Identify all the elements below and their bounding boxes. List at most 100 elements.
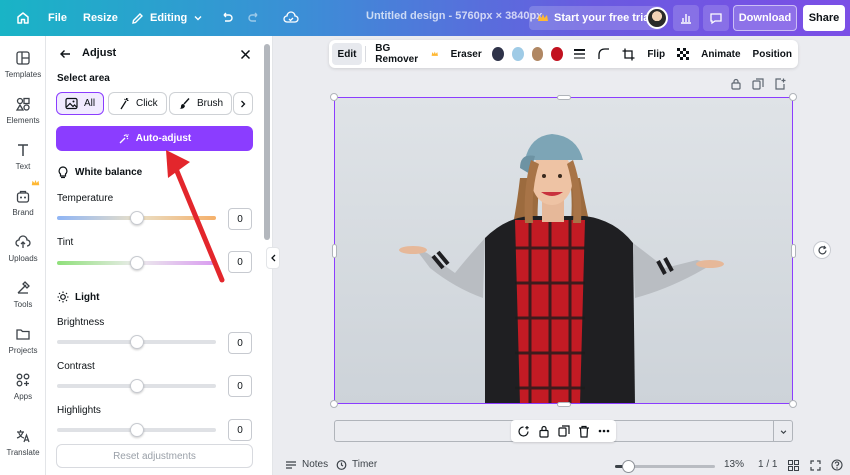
resize-handle-top-left[interactable] — [330, 93, 338, 101]
zoom-slider-thumb[interactable] — [622, 460, 635, 473]
resize-handle-left[interactable] — [332, 244, 337, 258]
zoom-slider[interactable] — [615, 460, 715, 473]
chips-scroll-right-button[interactable] — [233, 92, 253, 115]
zoom-level[interactable]: 13% — [724, 459, 744, 470]
add-page-icon[interactable] — [774, 78, 786, 90]
duplicate-icon[interactable] — [558, 425, 570, 437]
select-area-label: Select area — [57, 73, 110, 84]
lock-icon[interactable] — [538, 425, 550, 438]
rail-item-templates[interactable]: Templates — [0, 50, 46, 79]
rail-item-uploads[interactable]: Uploads — [0, 234, 46, 263]
resize-handle-top-right[interactable] — [789, 93, 797, 101]
more-icon[interactable] — [598, 429, 610, 433]
chip-all-label: All — [84, 98, 96, 109]
reset-adjustments-button[interactable]: Reset adjustments — [56, 444, 253, 468]
temperature-value[interactable]: 0 — [228, 208, 252, 230]
panel-scrollbar[interactable] — [264, 44, 270, 240]
design-title[interactable]: Untitled design - 5760px × 3840px — [366, 10, 542, 22]
rail-item-brand[interactable]: Brand — [0, 188, 46, 217]
help-icon[interactable] — [831, 459, 843, 471]
rail-item-projects[interactable]: Projects — [0, 326, 46, 355]
insights-button[interactable] — [673, 5, 699, 31]
light-header: Light — [57, 291, 99, 303]
bg-remover-button[interactable]: BG Remover — [369, 43, 444, 65]
resize-handle-right[interactable] — [791, 244, 796, 258]
user-avatar[interactable] — [646, 7, 668, 29]
close-icon — [240, 49, 250, 59]
brightness-slider-thumb[interactable] — [130, 335, 144, 349]
color-swatch-2[interactable] — [511, 47, 524, 61]
temperature-slider-thumb[interactable] — [130, 211, 144, 225]
resize-handle-bottom-right[interactable] — [789, 400, 797, 408]
rotate-button[interactable] — [813, 241, 831, 259]
crop-button[interactable] — [616, 43, 641, 65]
tint-value[interactable]: 0 — [228, 251, 252, 273]
design-canvas[interactable] — [334, 97, 793, 404]
chevron-down-icon[interactable] — [779, 428, 788, 436]
cloud-save-icon[interactable] — [278, 5, 304, 31]
home-icon[interactable] — [10, 5, 36, 31]
color-swatch-3[interactable] — [531, 47, 544, 61]
context-toolbar: Edit BG Remover Eraser Flip Animate Posi… — [329, 40, 798, 68]
brightness-value[interactable]: 0 — [228, 332, 252, 354]
page-count[interactable]: 1 / 1 — [758, 459, 777, 470]
comments-button[interactable] — [703, 5, 729, 31]
animate-button[interactable]: Animate — [695, 43, 746, 65]
corner-rounding-button[interactable] — [592, 43, 616, 65]
contrast-value[interactable]: 0 — [228, 375, 252, 397]
eraser-button[interactable]: Eraser — [445, 43, 488, 65]
collapse-panel-button[interactable] — [266, 247, 280, 269]
chip-all[interactable]: All — [56, 92, 105, 115]
free-trial-button[interactable]: Start your free trial — [529, 6, 663, 30]
notes-button[interactable]: Notes — [285, 459, 328, 470]
color-swatch-1[interactable] — [491, 47, 504, 61]
border-style-button[interactable] — [567, 43, 592, 65]
resize-button[interactable]: Resize — [76, 5, 125, 31]
redo-icon[interactable] — [241, 5, 267, 31]
duplicate-page-icon[interactable] — [752, 78, 764, 90]
close-button[interactable] — [235, 44, 255, 64]
uploads-icon — [15, 235, 31, 248]
rail-item-text[interactable]: Text — [0, 142, 46, 171]
highlights-slider-thumb[interactable] — [130, 423, 144, 437]
download-button[interactable]: Download — [733, 5, 797, 31]
rail-item-translate[interactable]: Translate — [0, 428, 46, 457]
tint-slider-thumb[interactable] — [130, 256, 144, 270]
rail-label-uploads: Uploads — [8, 254, 38, 263]
file-menu[interactable]: File — [41, 5, 74, 31]
bottom-bar: Notes Timer 13% 1 / 1 — [280, 456, 850, 475]
resize-handle-bottom-left[interactable] — [330, 400, 338, 408]
color-swatch-4[interactable] — [551, 47, 564, 61]
editing-mode-button[interactable]: Editing — [124, 5, 210, 31]
fullscreen-icon[interactable] — [810, 460, 821, 471]
resize-handle-bottom[interactable] — [557, 402, 571, 407]
timer-button[interactable]: Timer — [336, 459, 377, 470]
back-button[interactable] — [55, 44, 75, 64]
transparency-button[interactable] — [671, 43, 695, 65]
timer-label: Timer — [352, 459, 378, 470]
resize-handle-top[interactable] — [557, 95, 571, 100]
grid-view-icon[interactable] — [788, 460, 799, 471]
panel-title: Adjust — [82, 47, 117, 59]
undo-icon[interactable] — [214, 5, 240, 31]
rail-item-tools[interactable]: Tools — [0, 280, 46, 309]
position-button[interactable]: Position — [747, 43, 798, 65]
highlights-value[interactable]: 0 — [228, 419, 252, 441]
trash-icon[interactable] — [578, 425, 590, 438]
contrast-slider-thumb[interactable] — [130, 379, 144, 393]
chip-brush[interactable]: Brush — [169, 92, 233, 115]
chip-click[interactable]: Click — [108, 92, 167, 115]
flip-button[interactable]: Flip — [641, 43, 671, 65]
lock-icon[interactable] — [730, 78, 742, 90]
edit-button[interactable]: Edit — [331, 43, 363, 65]
chevron-left-icon — [270, 254, 275, 262]
light-label: Light — [75, 291, 100, 303]
chevron-down-icon — [194, 16, 202, 21]
comment-add-icon[interactable] — [517, 425, 530, 438]
magic-click-icon — [120, 98, 129, 110]
rail-item-elements[interactable]: Elements — [0, 96, 46, 125]
woman-photo[interactable] — [335, 98, 793, 404]
rail-item-apps[interactable]: Apps — [0, 372, 46, 401]
share-button[interactable]: Share — [803, 5, 845, 31]
auto-adjust-button[interactable]: Auto-adjust — [56, 126, 253, 151]
